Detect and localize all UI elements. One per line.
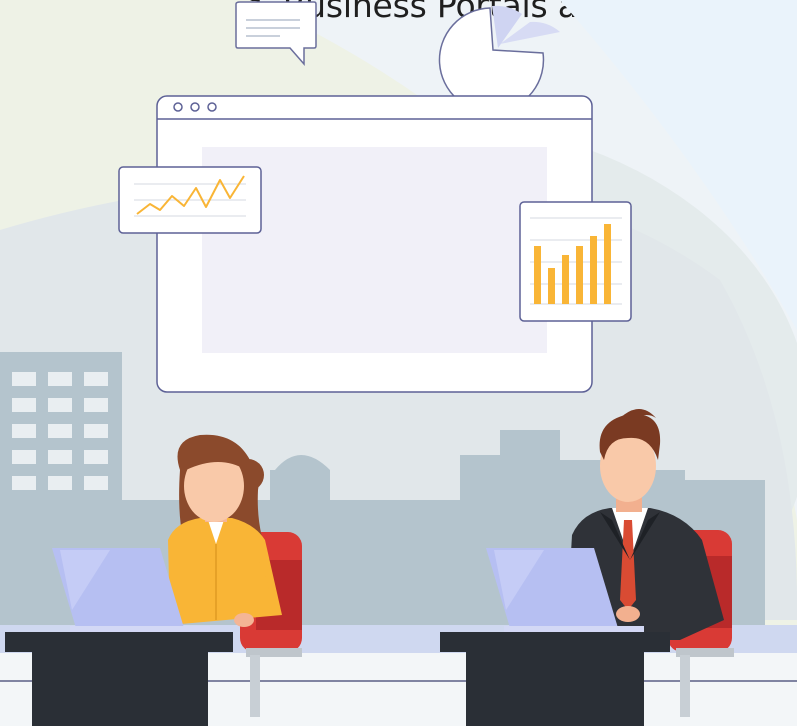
woman-desk xyxy=(5,632,233,726)
office-illustration xyxy=(0,0,797,726)
bar-chart-card xyxy=(519,201,632,322)
line-chart-card xyxy=(118,166,262,234)
man-desk xyxy=(440,632,670,726)
